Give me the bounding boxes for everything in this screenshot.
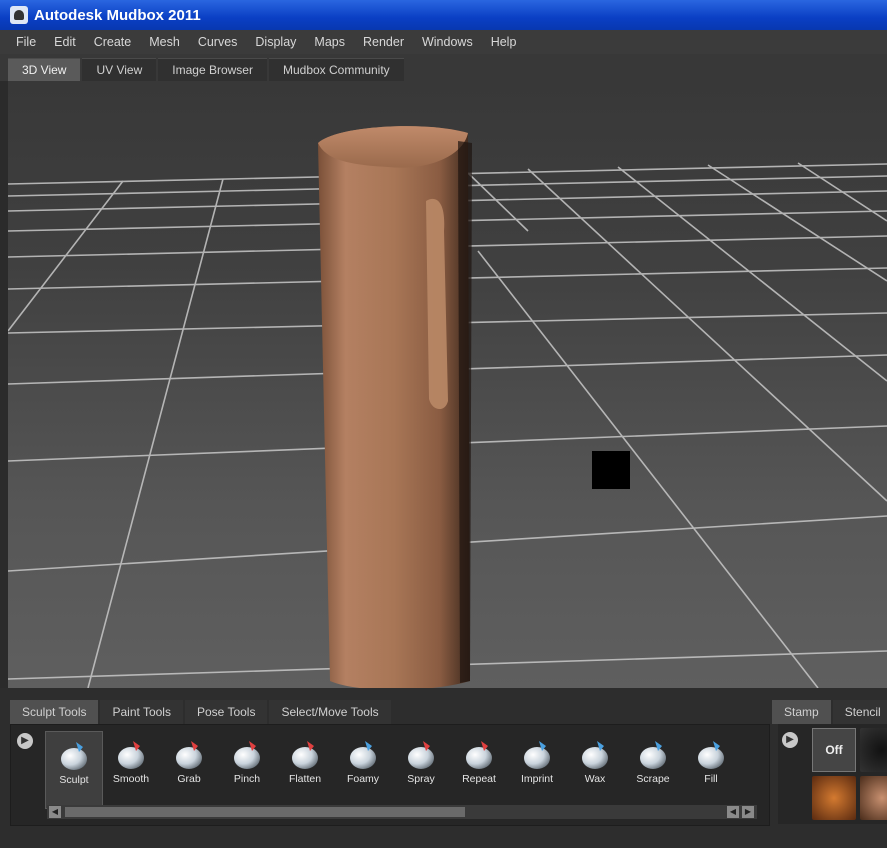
window-title: Autodesk Mudbox 2011 (34, 6, 201, 24)
tool-label: Imprint (520, 773, 554, 785)
brush-cursor (592, 451, 630, 489)
scroll-thumb[interactable] (65, 807, 465, 817)
spray-brush-icon (408, 741, 434, 769)
stamp-thumb-dark[interactable] (860, 728, 887, 772)
menu-display[interactable]: Display (246, 35, 305, 49)
stamp-off-button[interactable]: Off (812, 728, 856, 772)
tab-sculpt-tools[interactable]: Sculpt Tools (10, 700, 99, 724)
smooth-brush-icon (118, 741, 144, 769)
tab-3d-view[interactable]: 3D View (8, 58, 81, 81)
menu-edit[interactable]: Edit (45, 35, 85, 49)
tab-stencil[interactable]: Stencil (832, 700, 887, 724)
scroll-right-icon[interactable]: ▶ (742, 806, 754, 818)
scroll-left-end-icon[interactable]: ◀ (727, 806, 739, 818)
view-tabs: 3D View UV View Image Browser Mudbox Com… (0, 54, 887, 81)
tab-stamp[interactable]: Stamp (772, 700, 831, 724)
menu-create[interactable]: Create (85, 35, 141, 49)
pinch-brush-icon (234, 741, 260, 769)
tool-tabs: Sculpt Tools Paint Tools Pose Tools Sele… (10, 700, 393, 724)
menu-help[interactable]: Help (482, 35, 526, 49)
tool-label: Sculpt (59, 774, 89, 786)
tool-smooth[interactable]: Smooth (103, 731, 159, 807)
tool-flatten[interactable]: Flatten (277, 731, 333, 807)
tool-grab[interactable]: Grab (161, 731, 217, 807)
tool-spray[interactable]: Spray (393, 731, 449, 807)
grab-brush-icon (176, 741, 202, 769)
stamp-tray: ▶ Off (778, 724, 887, 824)
tool-scrollbar[interactable]: ◀ ◀ ▶ (47, 805, 757, 819)
tool-label: Scrape (636, 773, 670, 785)
stamp-thumb-brown[interactable] (860, 776, 887, 820)
tool-scrape[interactable]: Scrape (625, 731, 681, 807)
menu-windows[interactable]: Windows (413, 35, 482, 49)
viewport-scene (8, 126, 887, 688)
imprint-brush-icon (524, 741, 550, 769)
menu-mesh[interactable]: Mesh (140, 35, 189, 49)
repeat-brush-icon (466, 741, 492, 769)
menu-render[interactable]: Render (354, 35, 413, 49)
tool-label: Smooth (112, 773, 150, 785)
tool-sculpt[interactable]: Sculpt (45, 731, 103, 809)
tab-paint-tools[interactable]: Paint Tools (100, 700, 183, 724)
tool-repeat[interactable]: Repeat (451, 731, 507, 807)
tab-image-browser[interactable]: Image Browser (158, 58, 267, 81)
fill-brush-icon (698, 741, 724, 769)
tray-nav-arrow-icon[interactable]: ▶ (17, 733, 33, 749)
tool-wax[interactable]: Wax (567, 731, 623, 807)
tool-pinch[interactable]: Pinch (219, 731, 275, 807)
tab-mudbox-community[interactable]: Mudbox Community (268, 58, 404, 81)
tab-uv-view[interactable]: UV View (82, 58, 157, 81)
sculpt-mesh (318, 126, 472, 688)
tool-label: Wax (584, 773, 606, 785)
tool-foamy[interactable]: Foamy (335, 731, 391, 807)
tool-label: Foamy (346, 773, 380, 785)
stamp-thumb-orange[interactable] (812, 776, 856, 820)
tool-label: Grab (177, 773, 201, 785)
foamy-brush-icon (350, 741, 376, 769)
tool-label: Pinch (233, 773, 261, 785)
tool-label: Fill (704, 773, 718, 785)
sculpt-brush-icon (61, 742, 87, 770)
tab-pose-tools[interactable]: Pose Tools (184, 700, 268, 724)
scroll-left-icon[interactable]: ◀ (49, 806, 61, 818)
scrape-brush-icon (640, 741, 666, 769)
tool-label: Spray (407, 773, 435, 785)
stamp-nav-arrow-icon[interactable]: ▶ (782, 732, 798, 748)
flatten-brush-icon (292, 741, 318, 769)
sculpt-tool-tray: ▶ Sculpt Smooth Grab Pinch Flatten Foamy Spray… (10, 724, 770, 826)
mudbox-app-icon[interactable] (10, 6, 28, 24)
tool-imprint[interactable]: Imprint (509, 731, 565, 807)
title-bar: Autodesk Mudbox 2011 (0, 0, 887, 30)
tool-label: Flatten (288, 773, 322, 785)
menu-maps[interactable]: Maps (305, 35, 354, 49)
tool-fill[interactable]: Fill (683, 731, 739, 807)
tool-label: Repeat (462, 773, 496, 785)
wax-brush-icon (582, 741, 608, 769)
lower-panel: Sculpt Tools Paint Tools Pose Tools Sele… (0, 688, 887, 848)
menu-curves[interactable]: Curves (189, 35, 247, 49)
menu-bar: File Edit Create Mesh Curves Display Map… (0, 30, 887, 54)
menu-file[interactable]: File (0, 35, 45, 49)
3d-viewport[interactable] (8, 81, 887, 688)
tab-select-move-tools[interactable]: Select/Move Tools (269, 700, 391, 724)
stamp-tabs: Stamp Stencil (772, 700, 887, 724)
